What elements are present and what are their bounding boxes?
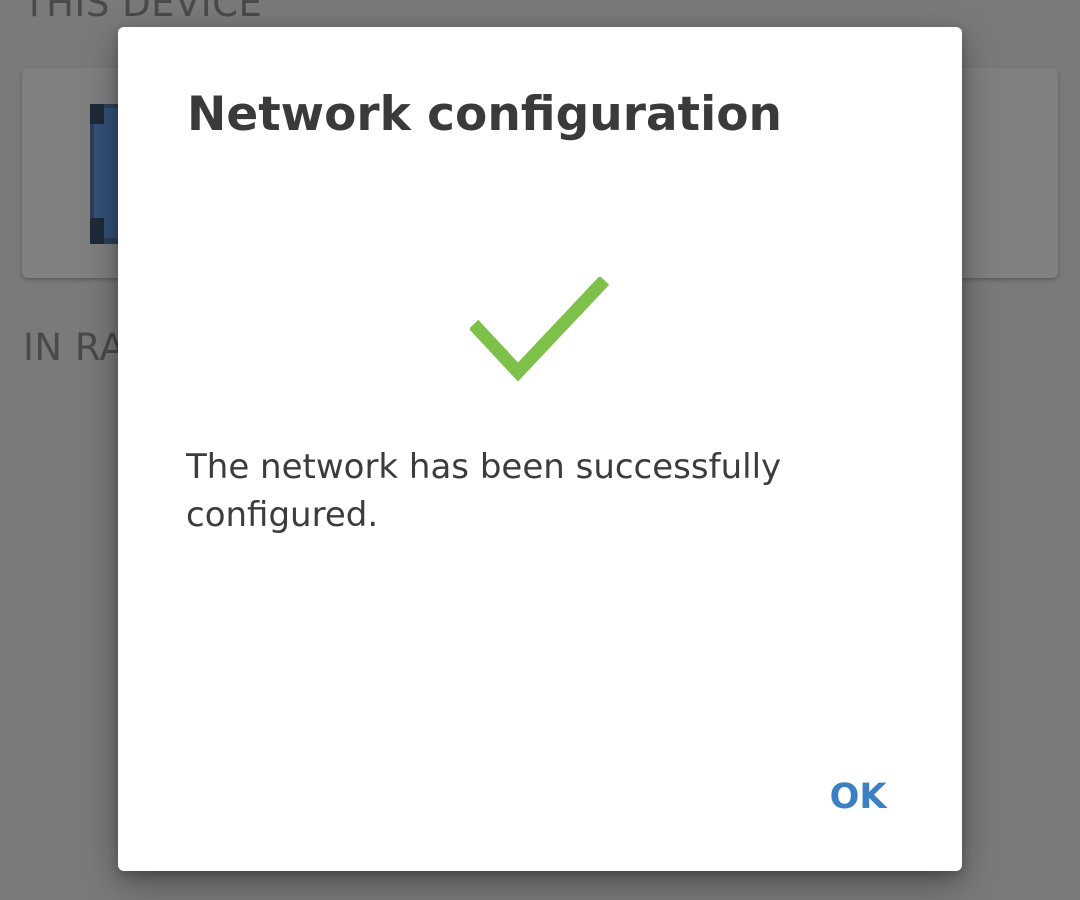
- dialog-title: Network configuration: [187, 87, 782, 142]
- dialog-message: The network has been successfully config…: [186, 447, 782, 535]
- screen: THIS DEVICE IN RA Network configuration …: [0, 0, 1080, 900]
- checkmark-icon: [470, 277, 610, 382]
- ok-button[interactable]: OK: [808, 765, 908, 829]
- network-configuration-dialog: Network configuration The network has be…: [118, 27, 962, 871]
